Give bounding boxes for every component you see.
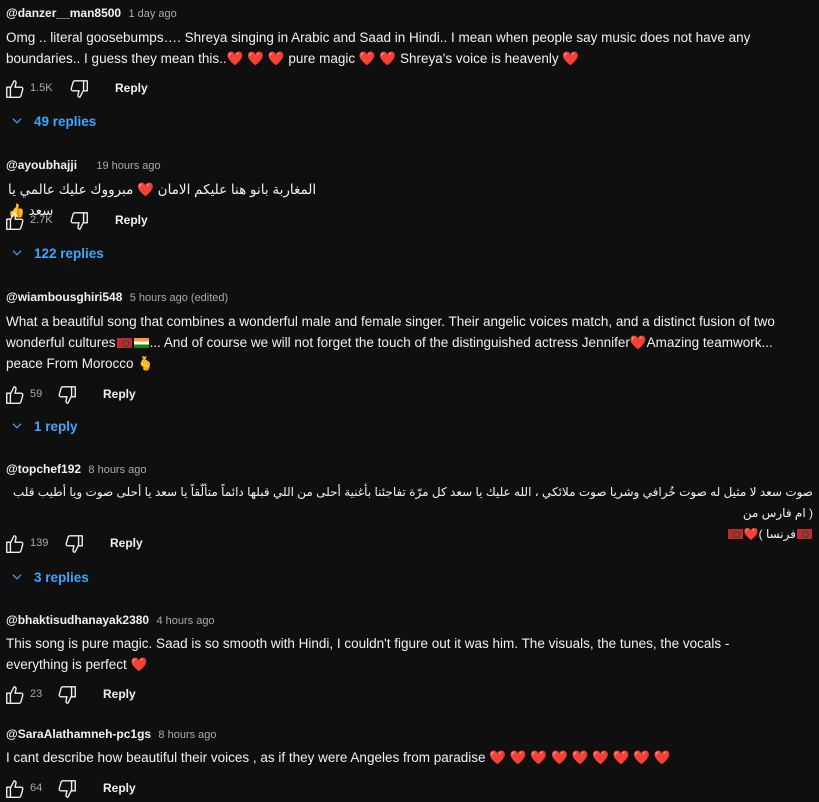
comment-text: I cant describe how beautiful their voic…	[6, 747, 815, 768]
comment-timestamp[interactable]: 8 hours ago	[88, 464, 146, 476]
reply-button[interactable]: Reply	[103, 387, 136, 401]
comment-actions: 1.5K Reply	[0, 78, 400, 102]
india-flag-icon	[133, 338, 149, 348]
comment-text-segment: المغاربة بانو هنا عليكم الامان	[153, 182, 317, 197]
morocco-flag-icon	[797, 529, 812, 539]
replies-count: 122 replies	[34, 246, 104, 261]
comment-timestamp[interactable]: 4 hours ago	[156, 615, 214, 627]
like-count: 59	[30, 388, 43, 400]
thumb-up-icon[interactable]	[4, 384, 26, 406]
comment-header: @ayoubhajji 19 hours ago	[6, 158, 161, 173]
hand-heart-emoji: 🫰	[137, 356, 155, 371]
heart-emoji: ❤️ ❤️	[358, 51, 397, 66]
comment-header: @SaraAlathamneh-pc1gs 8 hours ago	[6, 727, 217, 742]
morocco-flag-icon	[727, 529, 743, 539]
comment-text: This song is pure magic. Saad is so smoo…	[6, 633, 815, 675]
reply-button[interactable]: Reply	[115, 213, 148, 227]
comment-author[interactable]: @topchef192	[6, 462, 81, 476]
comment-header: @bhaktisudhanayak2380 4 hours ago	[6, 613, 215, 628]
comment-text-line: This song is pure magic. Saad is so smoo…	[6, 636, 730, 651]
thumb-up-icon[interactable]	[4, 533, 26, 555]
like-count: 23	[30, 688, 43, 700]
replies-count: 49 replies	[34, 114, 97, 129]
comment-text-line: Omg .. literal goosebumps…. Shreya singi…	[6, 30, 751, 45]
comment-timestamp[interactable]: 8 hours ago	[158, 729, 216, 741]
heart-emoji: ❤️	[562, 51, 580, 66]
comment-text-segment: pure magic	[284, 51, 359, 66]
heart-emoji: ❤️ ❤️ ❤️	[226, 51, 285, 66]
comment-author[interactable]: @bhaktisudhanayak2380	[6, 613, 149, 627]
thumb-up-icon[interactable]	[4, 78, 26, 100]
heart-emoji: ❤️	[130, 657, 148, 672]
heart-emoji: ❤️	[743, 527, 759, 541]
heart-emoji: ❤️	[137, 182, 154, 197]
comment-text-line: What a beautiful song that combines a wo…	[6, 314, 775, 329]
comment-author[interactable]: @danzer__man8500	[6, 6, 121, 20]
like-count: 1.5K	[30, 82, 53, 94]
comment-text-segment: boundaries.. I guess they mean this..	[6, 51, 227, 66]
comment-text-segment: everything is perfect	[6, 657, 131, 672]
comment-actions: 139 Reply	[0, 533, 400, 557]
comment-text-segment: Amazing teamwork...	[646, 335, 773, 350]
thumb-down-icon[interactable]	[68, 78, 90, 100]
comment-text-segment: فرنسا )	[758, 527, 796, 541]
reply-button[interactable]: Reply	[103, 781, 136, 795]
comment-text-line: peace From Morocco	[6, 356, 138, 371]
comment-text: What a beautiful song that combines a wo…	[6, 311, 815, 374]
chevron-down-icon	[10, 570, 24, 584]
comment-text-segment: Shreya's voice is heavenly	[396, 51, 563, 66]
like-count: 64	[30, 782, 43, 794]
thumb-up-icon[interactable]	[4, 210, 26, 232]
comment-text-line: I cant describe how beautiful their voic…	[6, 750, 490, 765]
thumb-down-icon[interactable]	[56, 384, 78, 406]
view-replies-button[interactable]: 49 replies	[10, 114, 96, 134]
comment-actions: 64 Reply	[0, 778, 400, 802]
replies-count: 3 replies	[34, 570, 89, 585]
heart-emoji: ❤️ ❤️ ❤️ ❤️ ❤️ ❤️ ❤️ ❤️ ❤️	[489, 750, 671, 765]
thumb-down-icon[interactable]	[68, 210, 90, 232]
thumb-down-icon[interactable]	[63, 533, 85, 555]
comment-actions: 59 Reply	[0, 384, 400, 408]
chevron-down-icon	[10, 246, 24, 260]
replies-count: 1 reply	[34, 419, 78, 434]
reply-button[interactable]: Reply	[110, 536, 143, 550]
comment-header: @danzer__man8500 1 day ago	[6, 6, 177, 21]
comment-timestamp[interactable]: 19 hours ago	[96, 160, 160, 172]
thumb-up-icon[interactable]	[4, 684, 26, 706]
like-count: 2.7K	[30, 214, 53, 226]
comment-actions: 2.7K Reply	[0, 210, 400, 234]
comment-actions: 23 Reply	[0, 684, 400, 708]
thumb-down-icon[interactable]	[56, 778, 78, 800]
comment-author[interactable]: @SaraAlathamneh-pc1gs	[6, 727, 151, 741]
view-replies-button[interactable]: 1 reply	[10, 419, 78, 439]
comment-text-line: صوت سعد لا مثيل له صوت خُرافي وشريا صوت …	[12, 485, 813, 520]
comment-header: @wiambousghiri548 5 hours ago (edited)	[6, 290, 228, 305]
like-count: 139	[30, 537, 49, 549]
morocco-flag-icon	[116, 338, 132, 348]
comment-author[interactable]: @ayoubhajji	[6, 158, 77, 172]
chevron-down-icon	[10, 114, 24, 128]
thumb-up-icon[interactable]	[4, 778, 26, 800]
comment-timestamp[interactable]: 1 day ago	[128, 8, 176, 20]
view-replies-button[interactable]: 122 replies	[10, 246, 104, 266]
thumb-down-icon[interactable]	[56, 684, 78, 706]
view-replies-button[interactable]: 3 replies	[10, 570, 89, 590]
comment-text-segment: wonderful cultures	[6, 335, 116, 350]
comment-author[interactable]: @wiambousghiri548	[6, 290, 122, 304]
reply-button[interactable]: Reply	[115, 81, 148, 95]
heart-emoji: ❤️	[629, 335, 647, 350]
chevron-down-icon	[10, 419, 24, 433]
comment-text: Omg .. literal goosebumps…. Shreya singi…	[6, 27, 815, 69]
comment-timestamp[interactable]: 5 hours ago (edited)	[130, 292, 228, 304]
comment-header: @topchef192 8 hours ago	[6, 462, 147, 477]
comment-text-segment: ... And of course we will not forget the…	[149, 335, 630, 350]
reply-button[interactable]: Reply	[103, 687, 136, 701]
